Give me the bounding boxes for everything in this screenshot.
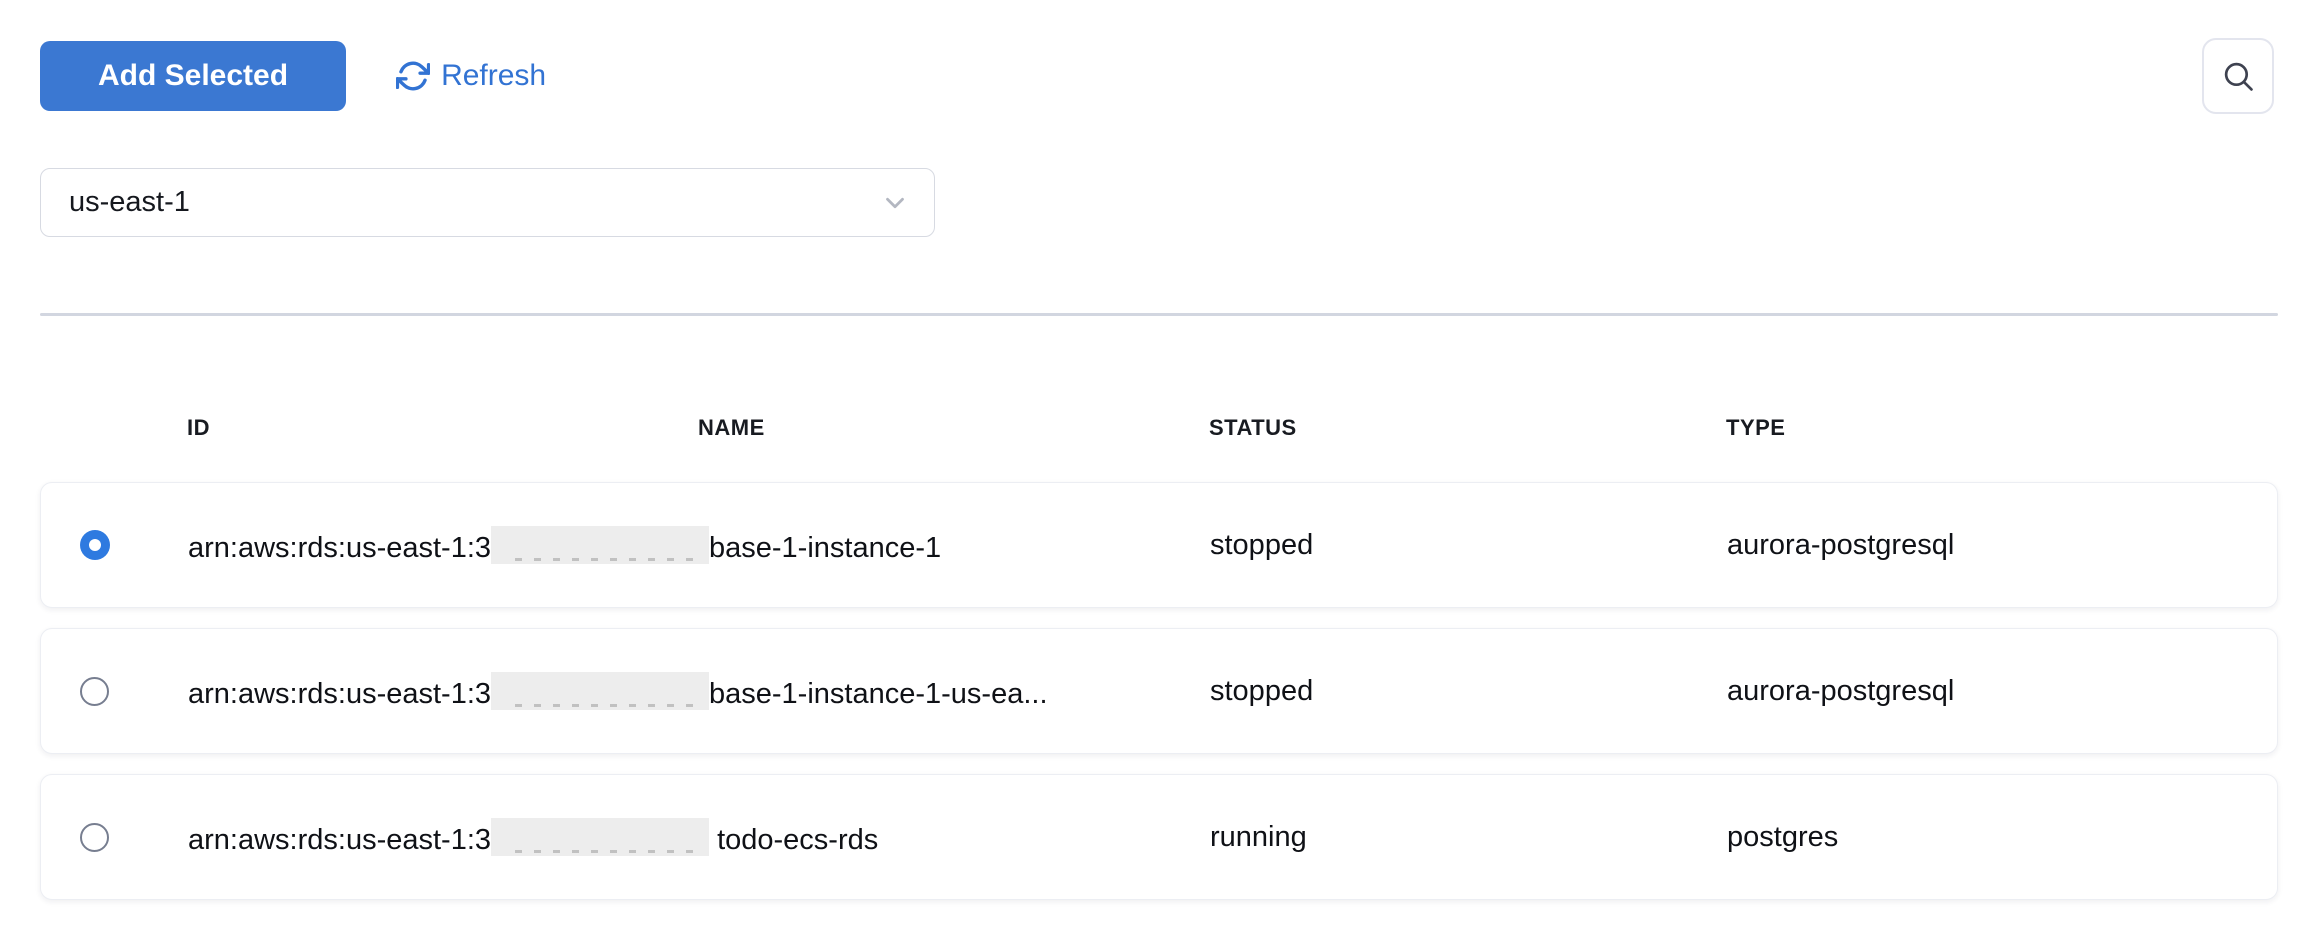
redacted-text xyxy=(491,818,709,856)
region-select[interactable]: us-east-1 xyxy=(40,168,935,237)
redacted-text xyxy=(491,526,709,564)
id-cell: arn:aws:rds:us-east-1:3 base-1-instance-1… xyxy=(188,672,1210,711)
id-prefix: arn:aws:rds:us-east-1:3 xyxy=(188,824,491,856)
search-icon xyxy=(2219,57,2257,95)
id-cell: arn:aws:rds:us-east-1:3 base-1-instance-1 xyxy=(188,526,1210,565)
column-header-id: ID xyxy=(187,415,698,441)
id-suffix: base-1-instance-1-us-ea... xyxy=(709,678,1048,710)
rds-instance-picker-panel: Add Selected Refresh us-east-1 ID xyxy=(0,0,2298,934)
table-body: arn:aws:rds:us-east-1:3 base-1-instance-1… xyxy=(40,482,2278,900)
type-cell: postgres xyxy=(1727,821,2277,854)
radio-cell xyxy=(41,823,188,852)
region-select-value: us-east-1 xyxy=(69,186,880,219)
id-suffix: base-1-instance-1 xyxy=(709,532,941,564)
table-row[interactable]: arn:aws:rds:us-east-1:3 base-1-instance-1… xyxy=(40,482,2278,608)
radio-dot xyxy=(89,539,101,551)
type-cell: aurora-postgresql xyxy=(1727,675,2277,708)
status-cell: running xyxy=(1210,821,1727,854)
table-row[interactable]: arn:aws:rds:us-east-1:3 base-1-instance-1… xyxy=(40,628,2278,754)
radio-button[interactable] xyxy=(80,677,109,706)
table-row[interactable]: arn:aws:rds:us-east-1:3 todo-ecs-rds run… xyxy=(40,774,2278,900)
divider xyxy=(40,313,2278,316)
id-prefix: arn:aws:rds:us-east-1:3 xyxy=(188,678,491,710)
type-cell: aurora-postgresql xyxy=(1727,529,2277,562)
redacted-text xyxy=(491,672,709,710)
status-cell: stopped xyxy=(1210,675,1727,708)
column-header-status: STATUS xyxy=(1209,415,1726,441)
table-header: ID NAME STATUS TYPE xyxy=(40,406,2278,450)
id-cell: arn:aws:rds:us-east-1:3 todo-ecs-rds xyxy=(188,818,1210,857)
radio-button-selected[interactable] xyxy=(80,530,110,560)
radio-cell xyxy=(41,530,188,560)
add-selected-button[interactable]: Add Selected xyxy=(40,41,346,111)
search-button[interactable] xyxy=(2202,38,2274,114)
radio-cell xyxy=(41,677,188,706)
refresh-label: Refresh xyxy=(441,59,546,93)
column-header-name: NAME xyxy=(698,415,1209,441)
column-header-type: TYPE xyxy=(1726,415,2278,441)
id-prefix: arn:aws:rds:us-east-1:3 xyxy=(188,532,491,564)
status-cell: stopped xyxy=(1210,529,1727,562)
radio-button[interactable] xyxy=(80,823,109,852)
id-suffix: todo-ecs-rds xyxy=(709,824,878,856)
refresh-icon xyxy=(396,59,430,93)
refresh-button[interactable]: Refresh xyxy=(396,59,546,93)
toolbar: Add Selected Refresh xyxy=(40,0,2278,114)
chevron-down-icon xyxy=(880,188,910,218)
